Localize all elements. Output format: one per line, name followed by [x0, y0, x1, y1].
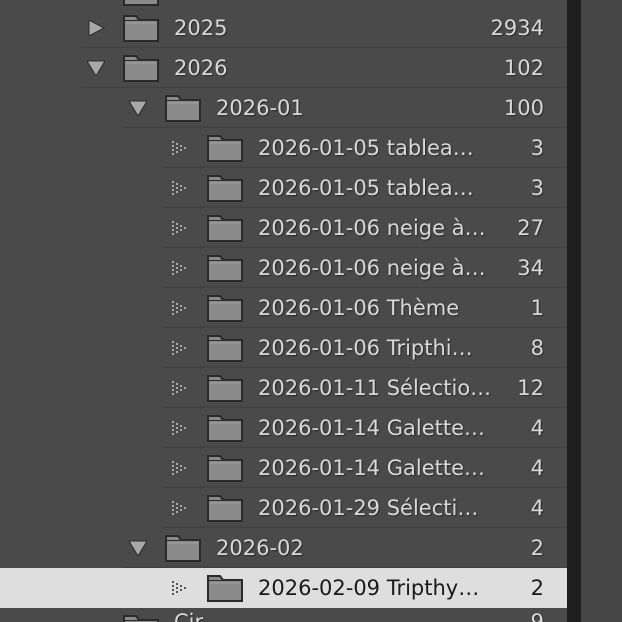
folder-row[interactable]: 2026-01-14 Galette… 4 [0, 408, 567, 448]
folder-row[interactable]: 2026-01-14 Galette… 4 [0, 448, 567, 488]
folder-count: 1 [530, 296, 544, 320]
folder-icon [207, 335, 243, 362]
folder-count: 2934 [490, 16, 544, 40]
folder-name: 2026-01-06 Tripthi… [258, 336, 473, 360]
folder-row[interactable]: 2026-01-06 Thème 1 [0, 288, 567, 328]
folder-name: 2026-01-05 tablea… [258, 136, 474, 160]
folder-count: 4 [530, 456, 544, 480]
folder-row[interactable]: 2026-01-06 neige à… 34 [0, 248, 567, 288]
dotted-expander-icon [172, 461, 186, 475]
folder-count: 100 [503, 96, 544, 120]
folder-name: 2026-01-06 neige à… [258, 216, 486, 240]
folder-name: 2026 [174, 56, 228, 80]
folder-row[interactable]: 2026-01-05 tablea… 3 [0, 128, 567, 168]
folder-count: 4 [530, 496, 544, 520]
folder-name: 2026-02 [216, 536, 304, 560]
folder-icon [165, 95, 201, 122]
main-view-edge [581, 0, 622, 622]
folder-row[interactable]: 2025 2934 [0, 8, 567, 48]
folder-count: 4 [530, 416, 544, 440]
folder-name: Cir… [174, 610, 225, 622]
folder-name: 2026-01-14 Galette… [258, 456, 486, 480]
dotted-expander-icon [172, 501, 186, 515]
folder-row-partial[interactable]: Cir… 9 [0, 610, 567, 622]
triangle-down-icon[interactable] [129, 100, 147, 116]
dotted-expander-icon [172, 581, 186, 595]
folder-icon [207, 375, 243, 402]
folder-row[interactable]: 2026-02-09 Tripthy… 2 [0, 568, 567, 608]
folder-name: 2026-01-05 tablea… [258, 176, 474, 200]
folder-name: 2026-02-09 Tripthy… [258, 576, 480, 600]
folders-panel: 2025 2934 2026 102 2026-01 100 2026-01-05 tabl… [0, 0, 567, 622]
folder-icon [165, 535, 201, 562]
dotted-expander-icon [172, 261, 186, 275]
folder-icon [207, 215, 243, 242]
folder-row[interactable]: 2026-01-29 Sélecti… 4 [0, 488, 567, 528]
folder-row[interactable]: 2026-01-11 Sélectio… 12 [0, 368, 567, 408]
folder-icon [207, 455, 243, 482]
folder-icon [123, 15, 159, 42]
folder-row[interactable]: 2026-02 2 [0, 528, 567, 568]
dotted-expander-icon [172, 141, 186, 155]
folder-count: 3 [530, 136, 544, 160]
panel-divider[interactable] [567, 0, 581, 622]
triangle-down-icon[interactable] [87, 60, 105, 76]
folder-count: 2 [530, 536, 544, 560]
dotted-expander-icon [172, 181, 186, 195]
folder-icon [123, 615, 159, 622]
dotted-expander-icon [172, 221, 186, 235]
folder-row[interactable]: 2026-01-06 neige à… 27 [0, 208, 567, 248]
folder-count: 8 [530, 336, 544, 360]
folder-row[interactable]: 2026 102 [0, 48, 567, 88]
folder-icon [123, 55, 159, 82]
folder-count: 34 [517, 256, 544, 280]
folder-icon [207, 495, 243, 522]
folder-icon [207, 575, 243, 602]
folder-icon [207, 255, 243, 282]
folder-icon [207, 135, 243, 162]
dotted-expander-icon [172, 381, 186, 395]
folder-count: 27 [517, 216, 544, 240]
folder-name: 2026-01-06 neige à… [258, 256, 486, 280]
folder-row[interactable]: 2026-01-06 Tripthi… 8 [0, 328, 567, 368]
folder-name: 2026-01-11 Sélectio… [258, 376, 492, 400]
dotted-expander-icon [172, 421, 186, 435]
folder-icon [207, 415, 243, 442]
folder-name: 2026-01-29 Sélecti… [258, 496, 479, 520]
folder-count: 9 [530, 610, 544, 622]
folder-name: 2026-01-06 Thème [258, 296, 460, 320]
folder-icon [207, 175, 243, 202]
folder-row[interactable]: 2026-01 100 [0, 88, 567, 128]
triangle-down-icon[interactable] [129, 540, 147, 556]
folder-count: 12 [517, 376, 544, 400]
folder-row[interactable]: 2026-01-05 tablea… 3 [0, 168, 567, 208]
folder-name: 2026-01 [216, 96, 304, 120]
folder-count: 3 [530, 176, 544, 200]
dotted-expander-icon [172, 341, 186, 355]
folder-name: 2025 [174, 16, 228, 40]
folder-icon [207, 295, 243, 322]
folder-name: 2026-01-14 Galette… [258, 416, 486, 440]
folder-count: 102 [503, 56, 544, 80]
triangle-right-icon[interactable] [87, 20, 105, 36]
dotted-expander-icon [172, 301, 186, 315]
folder-icon [123, 0, 159, 6]
